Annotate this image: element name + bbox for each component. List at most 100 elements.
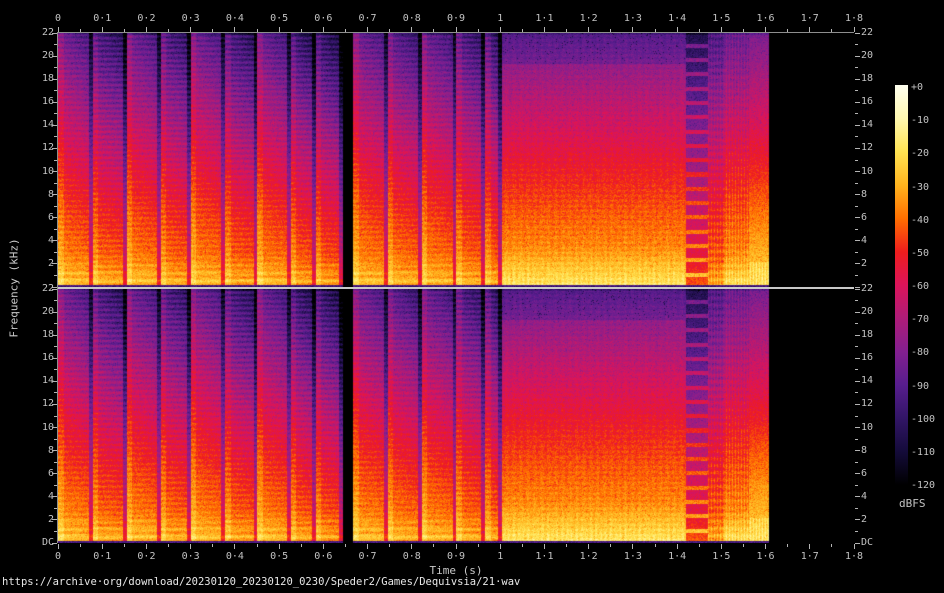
time-minor-tick-mark — [610, 29, 611, 32]
freq-tick-mark — [855, 519, 860, 520]
freq-minor-tick-mark — [54, 531, 57, 532]
freq-tick-mark — [52, 194, 57, 195]
freq-minor-tick-mark — [54, 300, 57, 301]
time-tick-mark — [190, 544, 191, 549]
freq-tick-mark — [52, 450, 57, 451]
time-tick-mark — [721, 544, 722, 549]
freq-minor-tick-mark — [855, 416, 858, 417]
freq-tick-label: 12 — [28, 398, 54, 410]
freq-minor-tick-mark — [54, 416, 57, 417]
time-minor-tick-mark — [433, 544, 434, 547]
freq-minor-tick-mark — [54, 229, 57, 230]
freq-minor-tick-mark — [855, 300, 858, 301]
freq-minor-tick-mark — [54, 136, 57, 137]
time-tick-mark — [411, 544, 412, 549]
time-tick-mark — [102, 544, 103, 549]
freq-tick-mark — [855, 543, 860, 544]
freq-minor-tick-mark — [855, 462, 858, 463]
colorbar-gradient — [895, 85, 908, 485]
time-minor-tick-mark — [699, 29, 700, 32]
freq-tick-mark — [52, 102, 57, 103]
freq-tick-mark — [52, 79, 57, 80]
freq-tick-mark — [855, 33, 860, 34]
time-tick-mark — [279, 544, 280, 549]
time-tick-mark — [721, 27, 722, 32]
freq-tick-mark — [52, 381, 57, 382]
freq-tick-label: 2 — [861, 514, 867, 526]
time-minor-tick-mark — [345, 544, 346, 547]
freq-tick-mark — [855, 450, 860, 451]
freq-minor-tick-mark — [855, 439, 858, 440]
time-tick-label: 1·1 — [535, 551, 553, 563]
time-tick-label: 0·3 — [182, 551, 200, 563]
colorbar-tick-label: -40 — [911, 215, 929, 227]
freq-tick-label: 20 — [28, 50, 54, 62]
freq-tick-label: 8 — [28, 189, 54, 201]
freq-tick-label: 4 — [861, 491, 867, 503]
freq-tick-mark — [52, 473, 57, 474]
freq-minor-tick-mark — [855, 229, 858, 230]
freq-tick-mark — [855, 289, 860, 290]
time-tick-label: 0·7 — [359, 551, 377, 563]
freq-tick-label: 14 — [861, 375, 873, 387]
time-tick-label: 0·2 — [137, 551, 155, 563]
time-tick-label: 0·1 — [93, 551, 111, 563]
freq-tick-label: 6 — [28, 468, 54, 480]
freq-tick-label: 8 — [861, 189, 867, 201]
time-minor-tick-mark — [124, 29, 125, 32]
time-minor-tick-mark — [301, 544, 302, 547]
freq-tick-mark — [855, 194, 860, 195]
freq-tick-mark — [855, 381, 860, 382]
time-tick-label: 0 — [55, 551, 61, 563]
freq-minor-tick-mark — [54, 369, 57, 370]
freq-tick-mark — [52, 358, 57, 359]
time-minor-tick-mark — [831, 544, 832, 547]
freq-tick-label: 2 — [28, 258, 54, 270]
time-minor-tick-mark — [389, 29, 390, 32]
freq-tick-mark — [855, 312, 860, 313]
time-tick-mark — [632, 27, 633, 32]
time-minor-tick-mark — [168, 544, 169, 547]
time-tick-label: 0·8 — [403, 13, 421, 25]
time-tick-label: 0·2 — [137, 13, 155, 25]
freq-minor-tick-mark — [855, 346, 858, 347]
freq-tick-label: 8 — [28, 445, 54, 457]
time-tick-label: 0·9 — [447, 551, 465, 563]
colorbar-tick-label: -80 — [911, 347, 929, 359]
time-minor-tick-mark — [478, 544, 479, 547]
time-tick-mark — [500, 544, 501, 549]
freq-tick-label: 6 — [861, 212, 867, 224]
freq-tick-label: 4 — [861, 235, 867, 247]
time-tick-mark — [765, 544, 766, 549]
freq-minor-tick-mark — [54, 439, 57, 440]
time-tick-mark — [809, 27, 810, 32]
freq-minor-tick-mark — [54, 392, 57, 393]
time-minor-tick-mark — [478, 29, 479, 32]
freq-tick-label: 12 — [861, 142, 873, 154]
freq-minor-tick-mark — [855, 206, 858, 207]
time-minor-tick-mark — [80, 29, 81, 32]
time-tick-mark — [323, 27, 324, 32]
time-tick-mark — [456, 27, 457, 32]
time-tick-label: 1·7 — [801, 551, 819, 563]
time-tick-label: 0·8 — [403, 551, 421, 563]
time-tick-label: 0·6 — [314, 13, 332, 25]
freq-tick-label: 10 — [861, 422, 873, 434]
freq-tick-mark — [52, 125, 57, 126]
spectrogram-channel-2 — [58, 289, 854, 543]
freq-tick-label: 4 — [28, 491, 54, 503]
time-tick-mark — [677, 544, 678, 549]
freq-tick-label: 12 — [861, 398, 873, 410]
time-tick-mark — [854, 544, 855, 549]
time-minor-tick-mark — [212, 29, 213, 32]
time-tick-mark — [367, 544, 368, 549]
time-minor-tick-mark — [389, 544, 390, 547]
time-tick-mark — [58, 27, 59, 32]
freq-tick-mark — [855, 240, 860, 241]
freq-tick-label: 16 — [28, 352, 54, 364]
time-tick-label: 1·7 — [801, 13, 819, 25]
time-minor-tick-mark — [345, 29, 346, 32]
colorbar-tick-label: -100 — [911, 414, 935, 426]
freq-tick-mark — [52, 312, 57, 313]
freq-tick-mark — [855, 287, 860, 288]
